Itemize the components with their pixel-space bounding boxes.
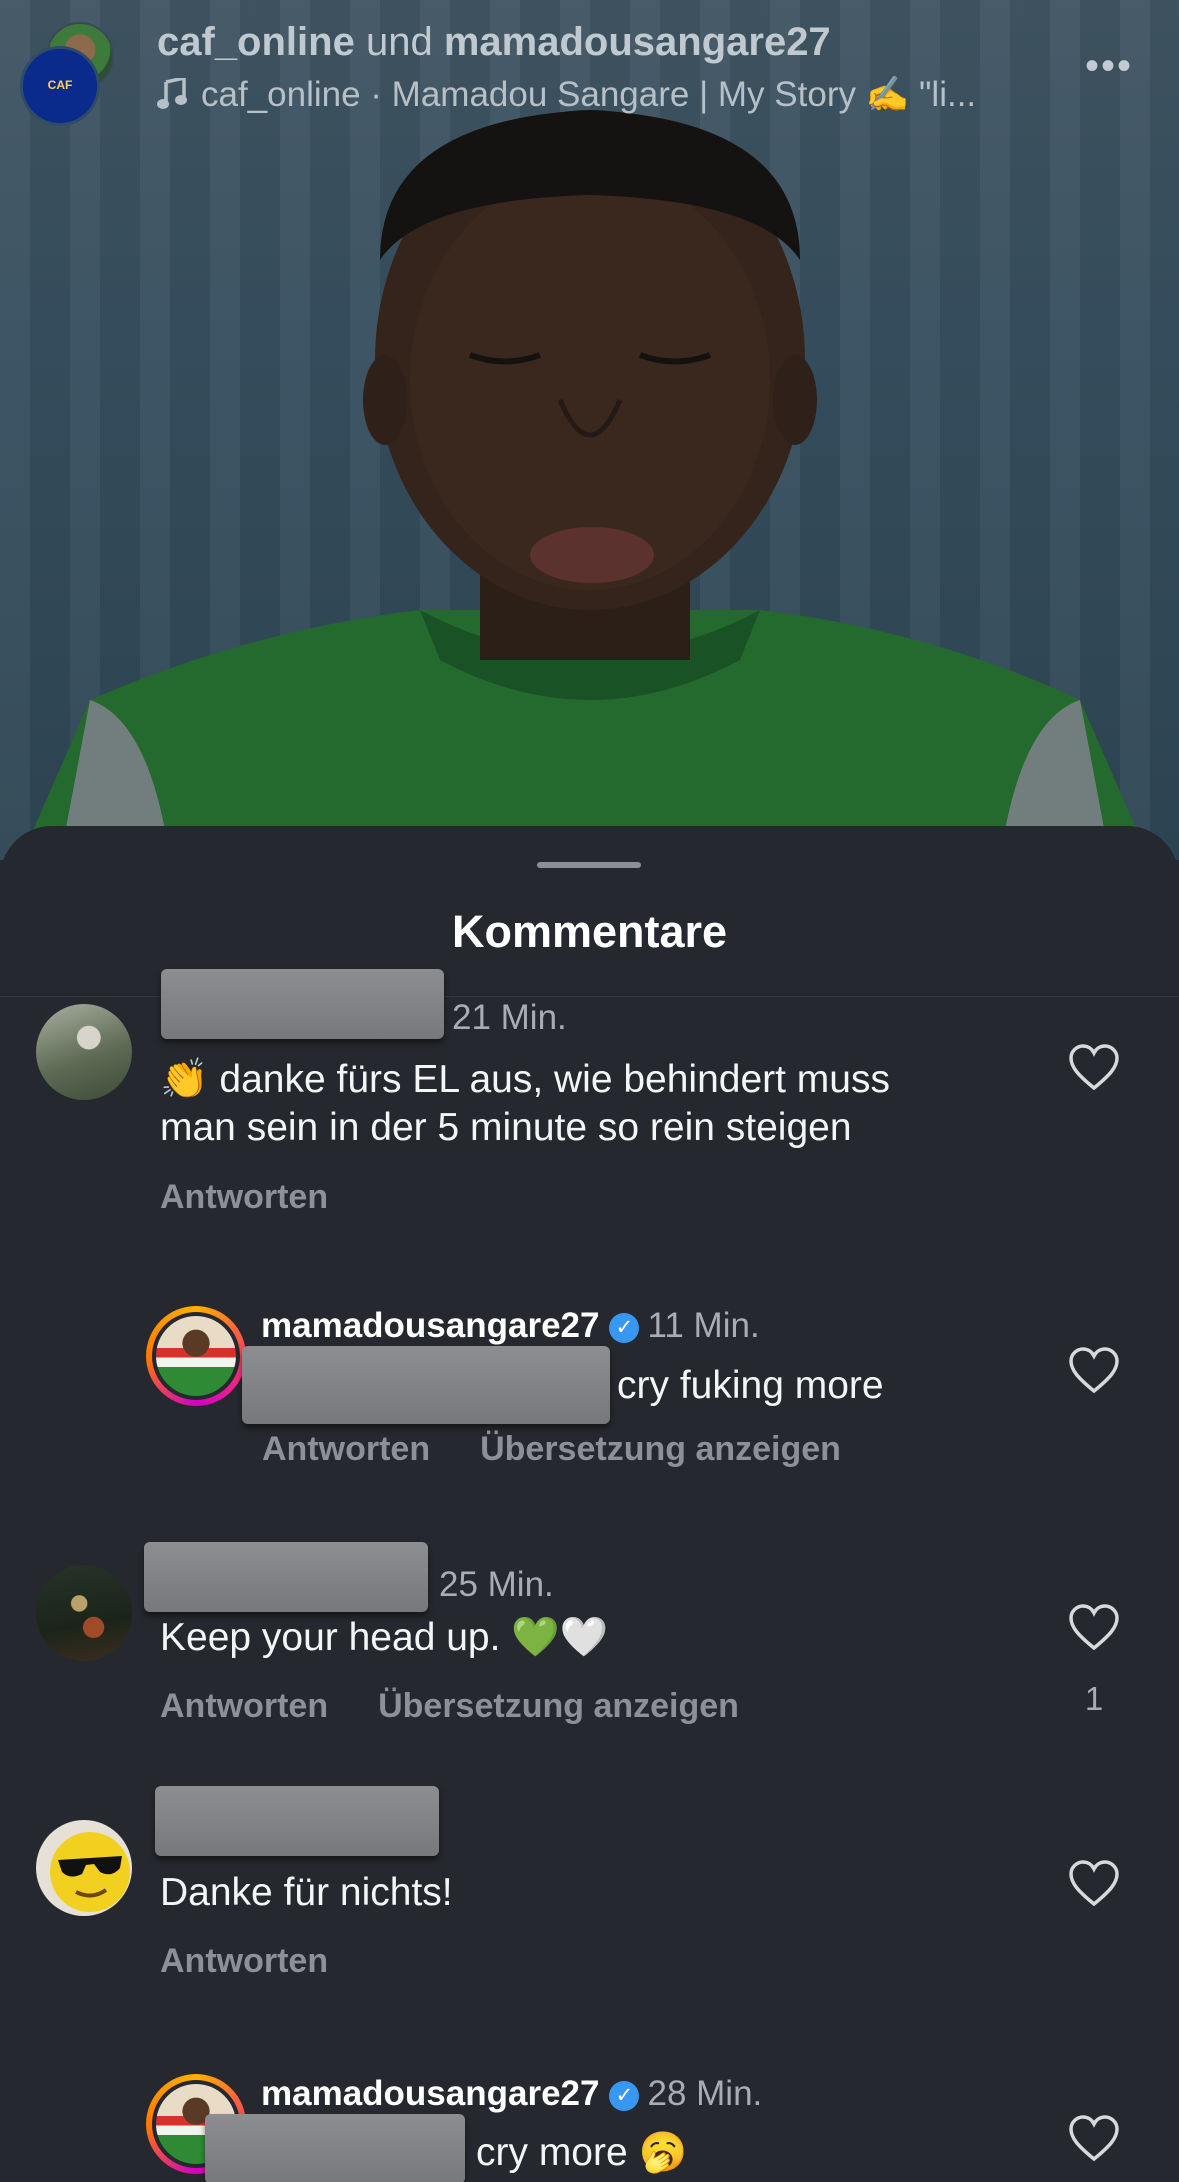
- redacted-mention: [205, 2114, 465, 2182]
- comment-timestamp: 21 Min.: [452, 998, 567, 1037]
- comment-actions: Antworten Übersetzung anzeigen: [262, 1430, 841, 1469]
- video-player[interactable]: CAF caf_online und mamadousangare27 caf_…: [0, 0, 1179, 860]
- translate-button[interactable]: Übersetzung anzeigen: [480, 1430, 841, 1468]
- avatar-caf-online[interactable]: CAF: [20, 46, 100, 126]
- commenter-avatar[interactable]: [146, 1306, 246, 1406]
- comment-meta: mamadousangare27 ✓ 11 Min.: [261, 1306, 760, 1346]
- translate-button[interactable]: Übersetzung anzeigen: [378, 1687, 739, 1725]
- comment-timestamp: 25 Min.: [439, 1565, 554, 1604]
- redacted-mention: [242, 1346, 610, 1424]
- redacted-username: [155, 1786, 439, 1856]
- username[interactable]: mamadousangare27: [261, 2074, 599, 2113]
- ellipsis-icon[interactable]: •••: [1085, 46, 1133, 86]
- account-name-1[interactable]: caf_online: [157, 20, 355, 64]
- joiner-text: und: [365, 20, 433, 64]
- verified-badge-icon: ✓: [609, 1313, 640, 1343]
- comment-text: cry more 🥱: [476, 2131, 688, 2174]
- like-count: 1: [1084, 1680, 1104, 1717]
- audio-attribution[interactable]: caf_online · Mamadou Sangare | My Story …: [157, 74, 976, 115]
- music-note-icon: [157, 75, 187, 109]
- comment-text: 👏 danke fürs EL aus, wie behindert muss …: [160, 1058, 890, 1149]
- heart-icon[interactable]: [1068, 1044, 1120, 1092]
- comments-sheet: Kommentare 21 Min. 👏 danke fürs EL aus, …: [0, 826, 1179, 2182]
- redacted-username: [144, 1542, 428, 1612]
- comment-timestamp: 11 Min.: [647, 1306, 760, 1345]
- reply-button[interactable]: Antworten: [160, 1942, 328, 1980]
- account-name-2[interactable]: mamadousangare27: [444, 20, 831, 64]
- comment-actions: Antworten: [160, 1942, 328, 1981]
- heart-icon[interactable]: [1068, 1347, 1120, 1395]
- collab-avatars[interactable]: CAF: [20, 22, 120, 126]
- verified-badge-icon: ✓: [609, 2081, 640, 2111]
- reply-button[interactable]: Antworten: [160, 1687, 328, 1725]
- heart-icon[interactable]: [1068, 2115, 1120, 2163]
- sheet-title: Kommentare: [451, 906, 728, 957]
- sheet-drag-handle[interactable]: [537, 862, 641, 868]
- comment-meta: mamadousangare27 ✓ 28 Min.: [261, 2074, 762, 2114]
- audio-text: caf_online · Mamadou Sangare | My Story …: [201, 75, 977, 114]
- comment-actions: Antworten Übersetzung anzeigen: [160, 1687, 739, 1726]
- commenter-avatar[interactable]: [36, 1820, 132, 1916]
- comment-actions: Antworten: [160, 1178, 328, 1217]
- reply-button[interactable]: Antworten: [262, 1430, 430, 1468]
- clapping-emoji: 👏: [160, 1058, 209, 1101]
- comment-text: Danke für nichts!: [160, 1871, 453, 1914]
- comment-text: cry fuking more: [617, 1364, 884, 1407]
- collab-title[interactable]: caf_online und mamadousangare27: [157, 20, 831, 65]
- post-header: CAF caf_online und mamadousangare27 caf_…: [0, 0, 1179, 130]
- heart-icon[interactable]: [1068, 1860, 1120, 1908]
- reply-button[interactable]: Antworten: [160, 1178, 328, 1216]
- comment-text: Keep your head up. 💚🤍: [160, 1616, 609, 1659]
- sunglasses-emoji-icon: [50, 1832, 130, 1912]
- commenter-avatar[interactable]: [36, 1004, 132, 1100]
- comment-timestamp: 28 Min.: [647, 2074, 763, 2113]
- commenter-avatar[interactable]: [36, 1565, 132, 1661]
- username[interactable]: mamadousangare27: [261, 1306, 599, 1345]
- redacted-username: [161, 969, 444, 1039]
- heart-icon[interactable]: [1068, 1604, 1120, 1652]
